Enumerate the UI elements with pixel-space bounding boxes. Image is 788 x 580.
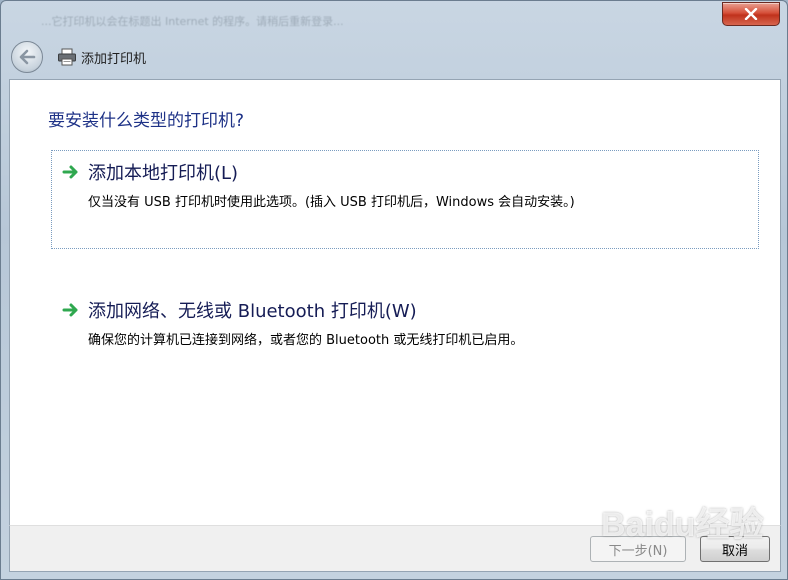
green-arrow-icon bbox=[62, 302, 80, 318]
window-title: 添加打印机 bbox=[81, 51, 147, 67]
add-local-printer-option[interactable]: 添加本地打印机(L) 仅当没有 USB 打印机时使用此选项。(插入 USB 打印… bbox=[51, 150, 759, 249]
page-heading: 要安装什么类型的打印机? bbox=[48, 111, 245, 131]
background-window-title: ...它打印机以会在标题出 Internet 的程序。请稍后重新登录... bbox=[41, 15, 344, 27]
add-network-printer-option[interactable]: 添加网络、无线或 Bluetooth 打印机(W) 确保您的计算机已连接到网络，… bbox=[51, 288, 759, 358]
add-local-printer-description: 仅当没有 USB 打印机时使用此选项。(插入 USB 打印机后，Windows … bbox=[88, 195, 575, 210]
content-area: 要安装什么类型的打印机? 添加本地打印机(L) 仅当没有 USB 打印机时使用此… bbox=[9, 79, 781, 525]
green-arrow-icon bbox=[62, 164, 80, 180]
dialog-window: ...它打印机以会在标题出 Internet 的程序。请稍后重新登录... 添加… bbox=[0, 0, 788, 580]
add-network-printer-title: 添加网络、无线或 Bluetooth 打印机(W) bbox=[88, 301, 417, 322]
close-button[interactable] bbox=[722, 2, 780, 26]
button-bar: 下一步(N) 取消 bbox=[9, 525, 781, 572]
add-network-printer-description: 确保您的计算机已连接到网络，或者您的 Bluetooth 或无线打印机已启用。 bbox=[88, 333, 524, 348]
printer-icon bbox=[57, 48, 77, 66]
next-button[interactable]: 下一步(N) bbox=[590, 536, 686, 562]
add-local-printer-title: 添加本地打印机(L) bbox=[88, 163, 239, 184]
back-arrow-icon bbox=[19, 49, 36, 65]
back-button[interactable] bbox=[11, 41, 43, 73]
close-icon bbox=[744, 8, 758, 20]
cancel-button[interactable]: 取消 bbox=[700, 536, 770, 562]
navigation-bar: 添加打印机 bbox=[9, 37, 781, 77]
